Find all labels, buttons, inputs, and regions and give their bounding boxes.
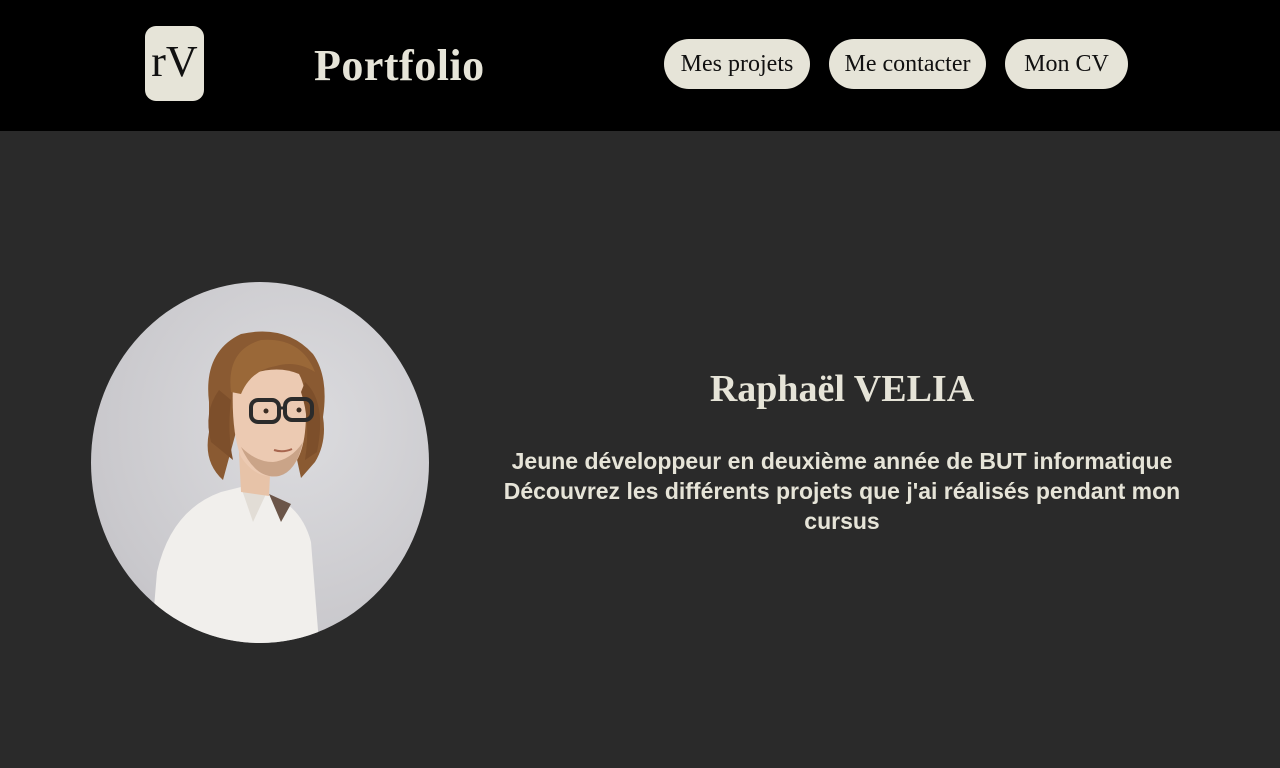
nav-cv-button[interactable]: Mon CV (1005, 39, 1128, 89)
tagline-line-2: Découvrez les différents projets que j'a… (503, 478, 1181, 534)
person-portrait-icon (151, 331, 325, 643)
nav-projects-button[interactable]: Mes projets (664, 39, 810, 89)
site-logo[interactable]: rV (145, 26, 204, 101)
tagline-line-1: Jeune développeur en deuxième année de B… (511, 448, 1173, 474)
top-navbar: rV Portfolio Mes projets Me contacter Mo… (0, 0, 1280, 131)
site-title: Portfolio (314, 41, 485, 90)
nav-contact-button[interactable]: Me contacter (829, 39, 986, 89)
profile-photo (91, 282, 429, 643)
profile-name: Raphaël VELIA (709, 368, 975, 410)
